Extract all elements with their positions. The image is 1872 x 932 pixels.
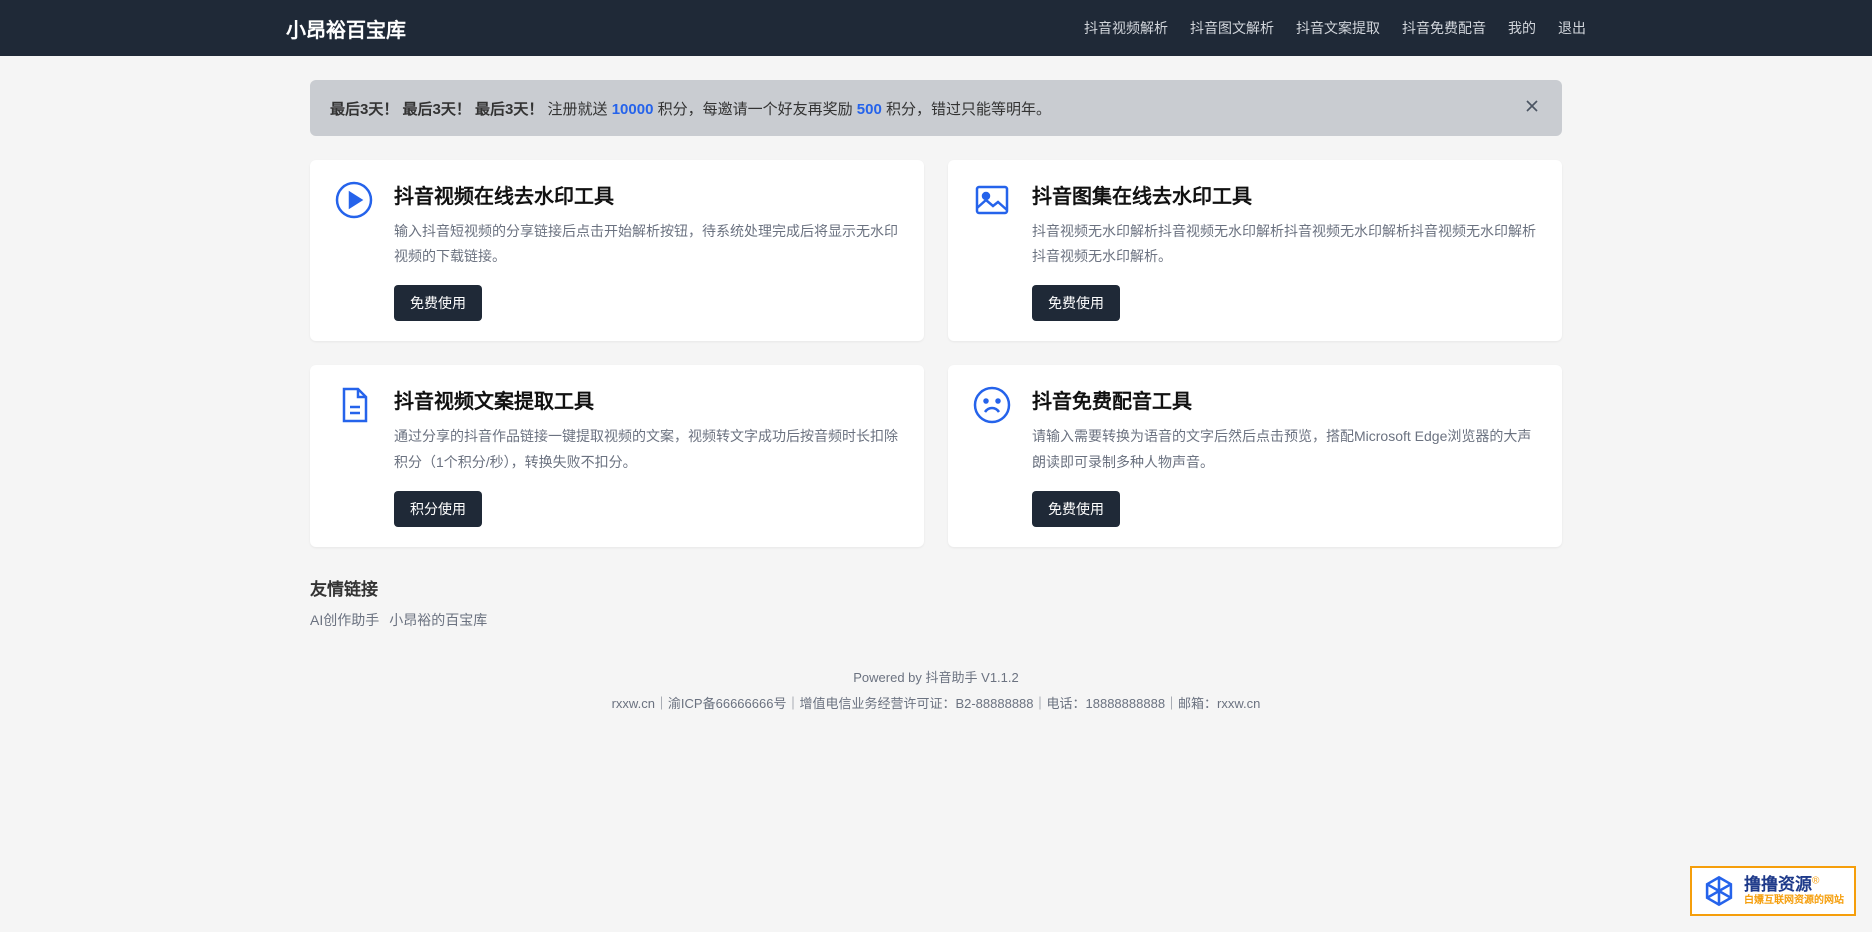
brand-title: 小昂裕百宝库	[286, 14, 406, 43]
close-icon[interactable]	[1522, 96, 1542, 120]
footer-app-name: 抖音助手	[926, 670, 978, 685]
document-icon	[334, 385, 374, 425]
use-free-button[interactable]: 免费使用	[1032, 285, 1120, 321]
tool-card-video-watermark: 抖音视频在线去水印工具 输入抖音短视频的分享链接后点击开始解析按钮，待系统处理完…	[310, 160, 924, 341]
nav-link-my[interactable]: 我的	[1508, 18, 1536, 38]
card-title: 抖音图集在线去水印工具	[1032, 180, 1538, 209]
card-title: 抖音免费配音工具	[1032, 385, 1538, 414]
alert-strong: 最后3天！	[475, 101, 543, 118]
card-title: 抖音视频文案提取工具	[394, 385, 900, 414]
alert-segment: 注册就送	[548, 101, 612, 118]
friend-link[interactable]: 小昂裕的百宝库	[389, 610, 487, 630]
cards-grid: 抖音视频在线去水印工具 输入抖音短视频的分享链接后点击开始解析按钮，待系统处理完…	[310, 160, 1562, 547]
footer-version: V1.1.2	[981, 670, 1019, 685]
card-desc: 通过分享的抖音作品链接一键提取视频的文案，视频转文字成功后按音频时长扣除积分（1…	[394, 424, 900, 474]
watermark-sub: 白嫖互联网资源的网站	[1744, 895, 1844, 907]
navbar: 小昂裕百宝库 抖音视频解析 抖音图文解析 抖音文案提取 抖音免费配音 我的 退出	[0, 0, 1872, 56]
card-desc: 抖音视频无水印解析抖音视频无水印解析抖音视频无水印解析抖音视频无水印解析抖音视频…	[1032, 219, 1538, 269]
alert-points-signup: 10000	[612, 101, 654, 118]
nav-link-logout[interactable]: 退出	[1558, 18, 1586, 38]
footer-powered-by: Powered by	[853, 670, 925, 685]
alert-strong: 最后3天！	[330, 101, 398, 118]
image-icon	[972, 180, 1012, 220]
nav-link-free-dub[interactable]: 抖音免费配音	[1402, 18, 1486, 38]
promo-alert: 最后3天！ 最后3天！ 最后3天！ 注册就送 10000 积分，每邀请一个好友再…	[310, 80, 1562, 136]
use-free-button[interactable]: 免费使用	[1032, 491, 1120, 527]
nav-links: 抖音视频解析 抖音图文解析 抖音文案提取 抖音免费配音 我的 退出	[1084, 18, 1586, 38]
friend-link[interactable]: AI创作助手	[310, 610, 379, 630]
nav-link-text-extract[interactable]: 抖音文案提取	[1296, 18, 1380, 38]
watermark-badge: 撸撸资源® 白嫖互联网资源的网站	[1690, 866, 1856, 916]
face-sad-icon	[972, 385, 1012, 425]
alert-segment: 积分，错过只能等明年。	[886, 101, 1051, 118]
alert-segment: 积分，每邀请一个好友再奖励	[658, 101, 857, 118]
alert-strong: 最后3天！	[403, 101, 471, 118]
tool-card-free-dub: 抖音免费配音工具 请输入需要转换为语音的文字后然后点击预览，搭配Microsof…	[948, 365, 1562, 546]
alert-text: 最后3天！ 最后3天！ 最后3天！ 注册就送 10000 积分，每邀请一个好友再…	[330, 98, 1051, 119]
tool-card-text-extract: 抖音视频文案提取工具 通过分享的抖音作品链接一键提取视频的文案，视频转文字成功后…	[310, 365, 924, 546]
alert-points-invite: 500	[857, 101, 882, 118]
nav-link-video-parse[interactable]: 抖音视频解析	[1084, 18, 1168, 38]
nav-link-image-parse[interactable]: 抖音图文解析	[1190, 18, 1274, 38]
footer: Powered by 抖音助手 V1.1.2 rxxw.cn｜渝ICP备6666…	[310, 654, 1562, 731]
watermark-main: 撸撸资源	[1744, 875, 1812, 894]
use-points-button[interactable]: 积分使用	[394, 491, 482, 527]
play-icon	[334, 180, 374, 220]
cube-icon	[1702, 874, 1736, 908]
watermark-reg: ®	[1812, 875, 1819, 886]
tool-card-image-watermark: 抖音图集在线去水印工具 抖音视频无水印解析抖音视频无水印解析抖音视频无水印解析抖…	[948, 160, 1562, 341]
card-desc: 请输入需要转换为语音的文字后然后点击预览，搭配Microsoft Edge浏览器…	[1032, 424, 1538, 474]
card-title: 抖音视频在线去水印工具	[394, 180, 900, 209]
use-free-button[interactable]: 免费使用	[394, 285, 482, 321]
footer-legal: rxxw.cn｜渝ICP备66666666号｜增值电信业务经营许可证：B2-88…	[310, 692, 1562, 717]
friend-links-section: 友情链接 AI创作助手 小昂裕的百宝库	[310, 575, 1562, 630]
friend-links-title: 友情链接	[310, 575, 1562, 600]
card-desc: 输入抖音短视频的分享链接后点击开始解析按钮，待系统处理完成后将显示无水印视频的下…	[394, 219, 900, 269]
